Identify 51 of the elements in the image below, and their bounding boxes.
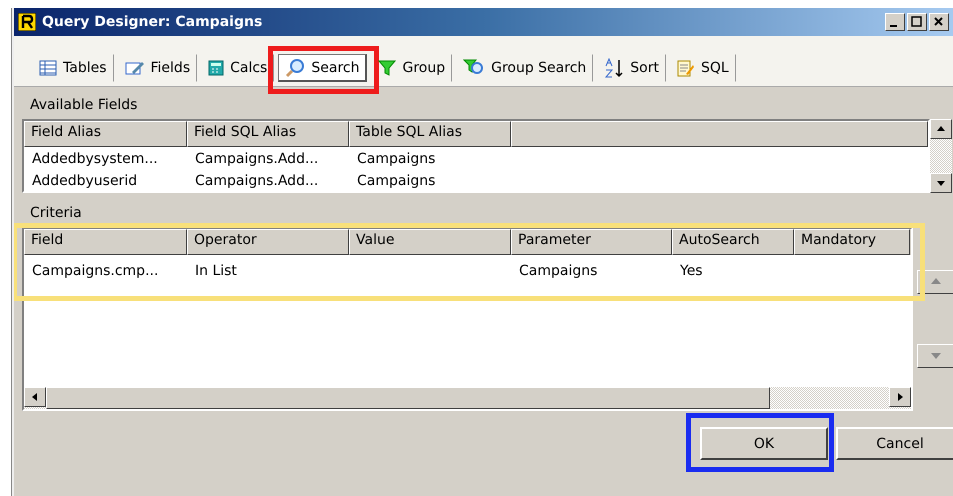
app-logo-icon <box>18 13 36 31</box>
calculator-icon <box>208 60 224 76</box>
scroll-up-button[interactable] <box>930 119 952 139</box>
horizontal-scrollbar[interactable] <box>24 387 911 409</box>
scroll-right-button[interactable] <box>889 387 911 407</box>
toolbar-tab[interactable]: Search <box>278 54 368 82</box>
dialog-button[interactable]: OK <box>700 427 828 460</box>
toolbar-tab[interactable]: Group Search <box>456 54 594 82</box>
column-header[interactable]: Mandatory <box>794 229 910 255</box>
column-header[interactable]: Table SQL Alias <box>349 121 511 147</box>
maximize-button[interactable] <box>907 13 927 31</box>
move-down-button[interactable] <box>917 344 953 368</box>
sort-icon <box>604 58 624 78</box>
window-title: Query Designer: Campaigns <box>42 14 264 30</box>
toolbar-tab[interactable]: Tables <box>32 54 114 82</box>
table-cell-text: Yes <box>679 263 704 279</box>
table-cell-text: Campaigns.Add... <box>194 173 320 189</box>
column-header[interactable]: Field Alias <box>24 121 187 147</box>
toolbar-tab[interactable]: Fields <box>118 54 198 82</box>
funnel-icon <box>378 59 396 77</box>
toolbar-tab[interactable]: Group <box>371 54 452 82</box>
table-cell-text: Campaigns.Add... <box>194 151 320 167</box>
pencil-form-icon <box>124 60 144 76</box>
dialog-button[interactable]: Cancel <box>836 427 953 460</box>
table-cell-text: Campaigns.cmp... <box>31 263 160 279</box>
column-header[interactable]: Field <box>24 229 187 255</box>
section-title: Criteria <box>29 204 83 223</box>
table-cell-text: Campaigns <box>356 151 436 167</box>
table-icon <box>39 60 57 76</box>
toolbar-tab[interactable]: SQL <box>670 54 736 82</box>
column-header[interactable]: Field SQL Alias <box>187 121 349 147</box>
scroll-left-button[interactable] <box>24 387 46 407</box>
section-title: Available Fields <box>29 96 138 115</box>
close-button[interactable] <box>929 13 949 31</box>
magnifier-icon <box>285 58 306 78</box>
table-cell-text: In List <box>194 263 238 279</box>
column-header[interactable]: Operator <box>187 229 349 255</box>
column-header[interactable]: AutoSearch <box>672 229 794 255</box>
minimize-button[interactable] <box>885 13 905 31</box>
toolbar-tab[interactable]: Sort <box>597 54 666 82</box>
table-cell-text: Addedbyuserid <box>31 173 138 189</box>
column-header[interactable]: Parameter <box>511 229 672 255</box>
vertical-scrollbar[interactable] <box>930 119 952 193</box>
notepad-pencil-icon <box>676 59 695 77</box>
table-cell-text: Addedbysystem... <box>31 151 159 167</box>
table-cell-text: Campaigns <box>356 173 436 189</box>
table-cell-text: Campaigns <box>518 263 598 279</box>
scroll-down-button[interactable] <box>930 173 952 193</box>
scrollbar-thumb[interactable] <box>46 387 770 409</box>
column-header[interactable]: Value <box>349 229 511 255</box>
toolbar-tab[interactable]: Calcs <box>201 54 274 82</box>
